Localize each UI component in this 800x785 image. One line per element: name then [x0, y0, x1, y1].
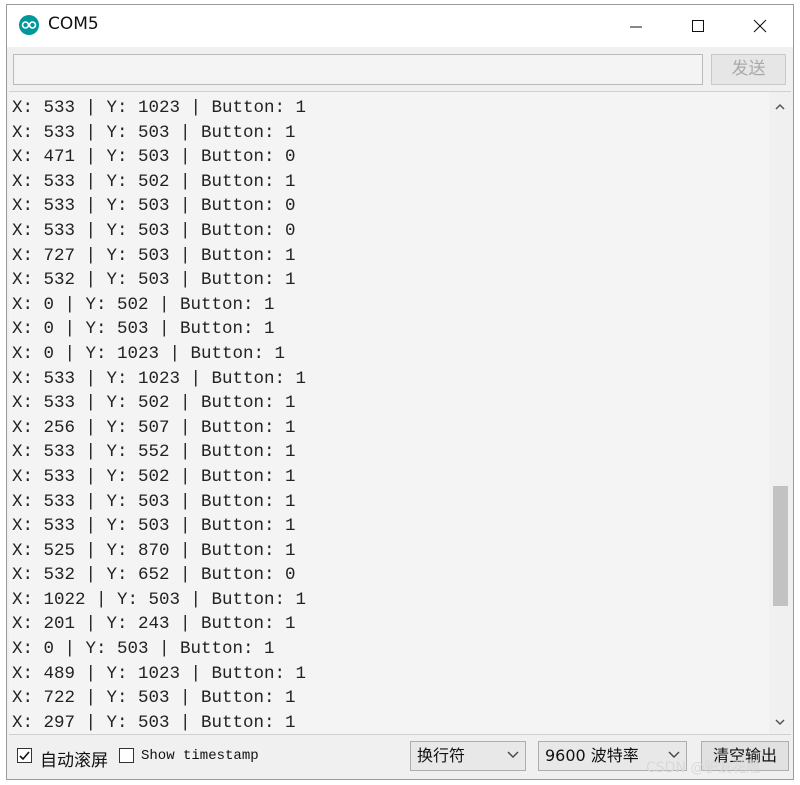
chevron-up-icon [775, 103, 785, 110]
close-icon [753, 19, 767, 33]
serial-monitor-window: COM5 发送 X: 533 | Y: 1023 | Button: 1 X: 5… [6, 4, 794, 780]
scroll-down-button[interactable] [769, 712, 791, 732]
output-line: X: 532 | Y: 503 | Button: 1 [12, 270, 296, 291]
baud-rate-value: 9600 波特率 [545, 746, 639, 765]
output-line: X: 471 | Y: 503 | Button: 0 [12, 147, 296, 168]
serial-output[interactable]: X: 533 | Y: 1023 | Button: 1 X: 533 | Y: … [9, 91, 791, 735]
vertical-scrollbar[interactable] [769, 92, 791, 734]
output-line: X: 533 | Y: 503 | Button: 0 [12, 220, 296, 241]
output-line: X: 533 | Y: 503 | Button: 0 [12, 196, 296, 217]
timestamp-checkbox[interactable] [119, 748, 134, 763]
title-bar: COM5 [7, 5, 793, 47]
minimize-icon [630, 26, 642, 28]
line-ending-value: 换行符 [417, 746, 466, 765]
output-line: X: 533 | Y: 503 | Button: 1 [12, 491, 296, 512]
output-line: X: 533 | Y: 503 | Button: 1 [12, 516, 296, 537]
arduino-logo-icon [19, 15, 39, 35]
output-line: X: 533 | Y: 502 | Button: 1 [12, 466, 296, 487]
autoscroll-label: 自动滚屏 [40, 751, 108, 771]
output-line: X: 1022 | Y: 503 | Button: 1 [12, 589, 307, 610]
chevron-down-icon [775, 718, 785, 725]
send-button[interactable]: 发送 [711, 54, 786, 85]
autoscroll-checkbox[interactable] [17, 748, 32, 763]
output-line: X: 0 | Y: 1023 | Button: 1 [12, 343, 286, 364]
output-line: X: 722 | Y: 503 | Button: 1 [12, 688, 296, 709]
maximize-button[interactable] [667, 5, 729, 47]
scroll-thumb[interactable] [773, 485, 788, 606]
output-line: X: 297 | Y: 503 | Button: 1 [12, 712, 296, 733]
output-line: X: 532 | Y: 652 | Button: 0 [12, 565, 296, 586]
output-line: X: 727 | Y: 503 | Button: 1 [12, 245, 296, 266]
output-line: X: 0 | Y: 503 | Button: 1 [12, 639, 275, 660]
scroll-up-button[interactable] [769, 96, 791, 116]
output-line: X: 0 | Y: 503 | Button: 1 [12, 319, 275, 340]
output-line: X: 533 | Y: 503 | Button: 1 [12, 122, 296, 143]
line-ending-select[interactable]: 换行符 [410, 741, 526, 771]
minimize-button[interactable] [605, 5, 667, 47]
chevron-down-icon [507, 751, 519, 758]
checkmark-icon [19, 751, 30, 761]
output-line: X: 533 | Y: 552 | Button: 1 [12, 442, 296, 463]
output-line: X: 256 | Y: 507 | Button: 1 [12, 417, 296, 438]
watermark: CSDN @驴友花雕 [646, 760, 761, 776]
timestamp-label: Show timestamp [141, 748, 259, 764]
output-lines: X: 533 | Y: 1023 | Button: 1 X: 533 | Y: … [12, 96, 767, 734]
send-input[interactable] [13, 54, 703, 85]
output-line: X: 533 | Y: 502 | Button: 1 [12, 171, 296, 192]
output-line: X: 533 | Y: 1023 | Button: 1 [12, 98, 307, 118]
output-line: X: 533 | Y: 1023 | Button: 1 [12, 368, 307, 389]
output-line: X: 533 | Y: 502 | Button: 1 [12, 393, 296, 414]
output-line: X: 0 | Y: 502 | Button: 1 [12, 294, 275, 315]
window-title: COM5 [48, 14, 99, 34]
close-button[interactable] [729, 5, 791, 47]
output-line: X: 525 | Y: 870 | Button: 1 [12, 540, 296, 561]
output-line: X: 201 | Y: 243 | Button: 1 [12, 614, 296, 635]
maximize-icon [692, 20, 704, 32]
output-line: X: 489 | Y: 1023 | Button: 1 [12, 663, 307, 684]
